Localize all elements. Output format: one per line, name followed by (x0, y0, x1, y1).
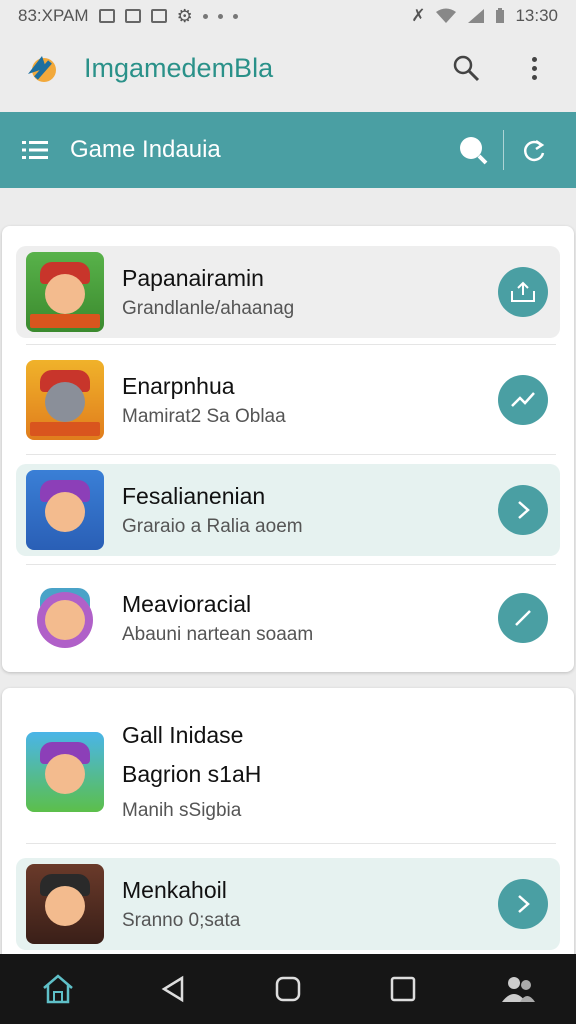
item-title: Gall Inidase (122, 722, 244, 748)
game-thumbnail (26, 360, 104, 440)
game-list-card: Gall Inidase Bagrion s1aH Manih sSigbia … (2, 688, 574, 968)
item-title: Menkahoil (122, 876, 227, 903)
image-notification-icon (124, 9, 141, 23)
list-item[interactable]: Enarpnhua Mamirat2 Sa Oblaa (16, 354, 560, 446)
edit-icon (515, 610, 531, 626)
list-item[interactable]: Papanairamin Grandlanle/ahaanag (16, 246, 560, 338)
open-button[interactable] (498, 485, 548, 535)
wifi-icon (436, 8, 457, 23)
status-clock-left: 83:XPAM (18, 6, 89, 25)
item-subtitle: Mamirat2 Sa Oblaa (122, 405, 286, 427)
toolbar-title: Game Indauia (70, 136, 221, 163)
status-bar: 83:XPAM ⚙ ✗ 13:30 (0, 0, 576, 32)
more-dot-icon (217, 13, 223, 19)
list-item[interactable]: Fesalianenian Graraio a Ralia aoem (16, 464, 560, 556)
divider (26, 344, 556, 345)
item-title: Papanairamin (122, 264, 264, 291)
divider (26, 564, 556, 565)
notification-icon (98, 9, 115, 23)
list-item[interactable]: Meavioracial Abauni nartean soaam (16, 572, 560, 664)
refresh-icon (523, 139, 545, 162)
item-subtitle: Sranno 0;sata (122, 909, 241, 931)
back-button[interactable] (148, 964, 198, 1014)
share-button[interactable] (498, 267, 548, 317)
toolbar-refresh-button[interactable] (514, 130, 554, 170)
search-icon (453, 55, 480, 82)
game-thumbnail (26, 864, 104, 944)
recents-button[interactable] (378, 964, 428, 1014)
chevron-right-icon (518, 501, 530, 519)
game-thumbnail (26, 470, 104, 550)
overview-home-icon (275, 976, 301, 1002)
app-bar: ImgamedemBla (0, 36, 576, 100)
edit-button[interactable] (498, 593, 548, 643)
item-title: Enarpnhua (122, 372, 235, 399)
app-title: ImgamedemBla (84, 52, 274, 83)
search-button[interactable] (446, 48, 486, 88)
people-icon (502, 977, 536, 1002)
more-dot-icon (232, 13, 238, 19)
item-subtitle: Graraio a Ralia aoem (122, 515, 303, 537)
status-time: 13:30 (515, 6, 558, 25)
item-title: Meavioracial (122, 590, 252, 617)
share-icon (511, 281, 535, 302)
item-title: Fesalianenian (122, 482, 266, 509)
home-button[interactable] (33, 964, 83, 1014)
more-options-button[interactable] (514, 48, 554, 88)
list-item[interactable]: Menkahoil Sranno 0;sata (16, 858, 560, 950)
divider (26, 843, 556, 844)
sync-icon: ⚙ (176, 5, 193, 26)
more-dot-icon (202, 13, 208, 19)
toolbar: Game Indauia (0, 112, 576, 188)
recents-icon (390, 976, 416, 1002)
profile-button[interactable] (493, 964, 543, 1014)
app-logo-icon (22, 48, 62, 88)
battery-icon (496, 8, 505, 23)
divider (26, 454, 556, 455)
home-icon (42, 974, 73, 1004)
mute-icon: ✗ (411, 6, 426, 25)
item-subtitle: Abauni nartean soaam (122, 623, 314, 645)
more-vert-icon (531, 56, 537, 80)
toolbar-search-button[interactable] (453, 130, 493, 170)
game-thumbnail (26, 252, 104, 332)
list-item[interactable]: Gall Inidase Bagrion s1aH Manih sSigbia (16, 712, 560, 832)
signal-icon (468, 9, 485, 23)
trend-button[interactable] (498, 375, 548, 425)
item-line-2: Bagrion s1aH (122, 761, 262, 787)
home-circle-button[interactable] (263, 964, 313, 1014)
bottom-nav-bar (0, 954, 576, 1024)
toolbar-divider (503, 130, 504, 170)
game-thumbnail (26, 732, 104, 812)
search-icon (460, 137, 488, 165)
file-notification-icon (150, 9, 167, 23)
item-subtitle: Grandlanle/ahaanag (122, 297, 295, 319)
chevron-right-icon (518, 895, 530, 913)
trend-icon (511, 392, 535, 407)
item-subtitle: Manih sSigbia (122, 800, 242, 821)
open-button[interactable] (498, 879, 548, 929)
game-list-card: Papanairamin Grandlanle/ahaanag Enarpnhu… (2, 226, 574, 672)
game-thumbnail (26, 578, 104, 658)
back-icon (161, 975, 184, 1003)
hamburger-menu-icon[interactable] (22, 140, 48, 160)
